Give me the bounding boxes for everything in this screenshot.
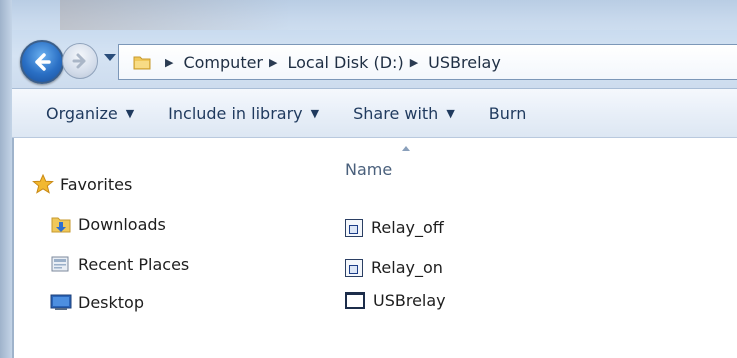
folder-icon: [133, 54, 151, 70]
share-with-button[interactable]: Share with ▼: [353, 104, 455, 123]
breadcrumb-usbrelay[interactable]: USBrelay: [428, 53, 501, 72]
share-with-label: Share with: [353, 103, 439, 123]
sidebar-item-label: Recent Places: [78, 254, 190, 274]
burn-button[interactable]: Burn: [489, 104, 527, 123]
list-item[interactable]: Relay_off: [345, 218, 444, 237]
back-arrow-icon: [35, 53, 51, 71]
downloads-folder-icon: [50, 214, 72, 234]
list-item[interactable]: Relay_on: [345, 258, 443, 277]
breadcrumb-separator-icon[interactable]: ▶: [165, 56, 173, 69]
back-button[interactable]: [20, 40, 64, 84]
sidebar-item-desktop[interactable]: Desktop: [50, 292, 144, 312]
command-bar: Organize ▼ Include in library ▼ Share wi…: [12, 89, 737, 138]
chevron-down-icon: ▼: [125, 106, 135, 120]
application-window-icon: [345, 292, 365, 309]
shortcut-icon: [345, 258, 363, 277]
sidebar-item-label: Desktop: [78, 292, 144, 312]
sidebar-item-recent-places[interactable]: Recent Places: [50, 254, 189, 274]
breadcrumb-separator-icon[interactable]: ▶: [269, 56, 277, 69]
burn-label: Burn: [488, 103, 527, 123]
desktop-icon: [50, 292, 72, 312]
breadcrumb-local-disk[interactable]: Local Disk (D:): [287, 53, 403, 72]
chevron-down-icon: ▼: [310, 106, 320, 120]
include-in-library-label: Include in library: [168, 103, 303, 123]
organize-label: Organize: [46, 103, 118, 123]
sort-ascending-icon: [402, 146, 410, 151]
star-icon: [32, 173, 54, 194]
forward-button[interactable]: [62, 43, 98, 79]
forward-arrow-icon: [72, 53, 86, 69]
shortcut-icon: [345, 218, 363, 237]
window-titlebar: [0, 0, 737, 34]
sidebar-item-downloads[interactable]: Downloads: [50, 214, 166, 234]
organize-button[interactable]: Organize ▼: [46, 104, 134, 123]
sidebar-item-favorites[interactable]: Favorites: [32, 173, 133, 194]
file-name: USBrelay: [373, 291, 446, 310]
sidebar-item-label: Downloads: [78, 214, 166, 234]
navigation-bar: ▶ Computer ▶ Local Disk (D:) ▶ USBrelay: [0, 30, 737, 89]
breadcrumb-separator-icon[interactable]: ▶: [410, 56, 418, 69]
recent-pages-dropdown-icon[interactable]: [104, 54, 116, 61]
navigation-pane: [14, 138, 319, 358]
chevron-down-icon: ▼: [446, 106, 455, 120]
file-name: Relay_off: [371, 218, 444, 237]
address-bar[interactable]: ▶ Computer ▶ Local Disk (D:) ▶ USBrelay: [118, 44, 737, 80]
list-item[interactable]: USBrelay: [345, 291, 446, 310]
titlebar-background: [60, 0, 290, 30]
breadcrumb-computer[interactable]: Computer: [183, 53, 263, 72]
sidebar-item-label: Favorites: [60, 174, 133, 194]
column-header-name[interactable]: Name: [345, 160, 392, 179]
file-name: Relay_on: [371, 258, 443, 277]
window-frame-left: [0, 0, 12, 358]
recent-places-icon: [50, 254, 72, 274]
include-in-library-button[interactable]: Include in library ▼: [168, 104, 319, 123]
